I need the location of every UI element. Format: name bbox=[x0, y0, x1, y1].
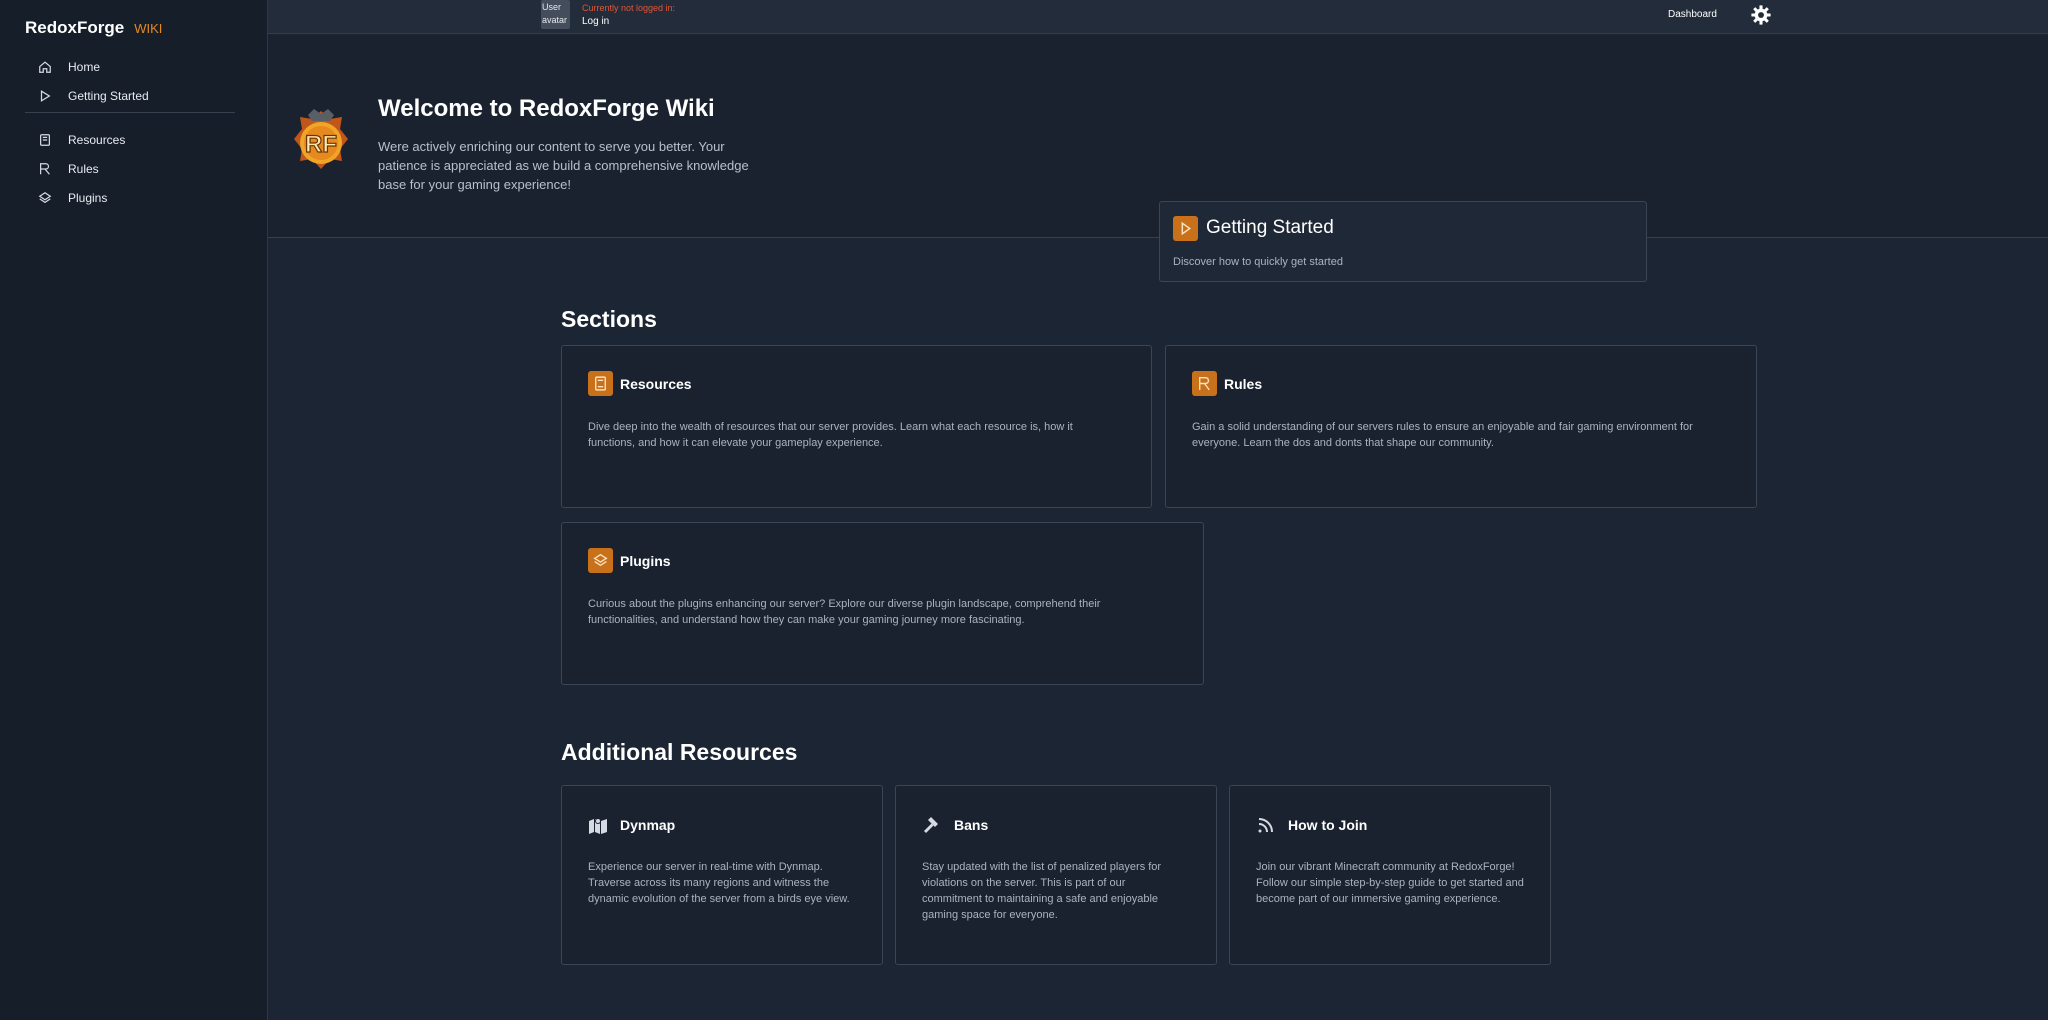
sidebar-item-getting-started[interactable]: Getting Started bbox=[25, 81, 235, 110]
gear-icon[interactable] bbox=[1750, 4, 1772, 26]
bans-card[interactable]: Bans Stay updated with the list of penal… bbox=[895, 785, 1217, 965]
map-icon bbox=[588, 815, 608, 835]
layers-icon bbox=[588, 548, 613, 573]
avatar[interactable]: User avatar bbox=[541, 0, 570, 29]
brand[interactable]: RedoxForge WIKI bbox=[25, 18, 162, 38]
card-title: How to Join bbox=[1288, 817, 1368, 833]
sidebar-item-home[interactable]: Home bbox=[25, 52, 235, 81]
card-description: Dive deep into the wealth of resources t… bbox=[588, 421, 1073, 449]
sidebar-divider bbox=[25, 112, 235, 113]
sidebar-item-plugins[interactable]: Plugins bbox=[25, 183, 235, 212]
card-description: Gain a solid understanding of our server… bbox=[1192, 421, 1693, 449]
card-title: Resources bbox=[620, 376, 692, 392]
hero-description: Were actively enriching our content to s… bbox=[378, 139, 749, 192]
sidebar-item-rules[interactable]: Rules bbox=[25, 154, 235, 183]
card-title: Rules bbox=[1224, 376, 1263, 392]
sections-heading: Sections bbox=[561, 306, 657, 332]
how-to-join-card[interactable]: How to Join Join our vibrant Minecraft c… bbox=[1229, 785, 1551, 965]
brand-tag: WIKI bbox=[134, 21, 163, 36]
sidebar-item-label: Plugins bbox=[68, 190, 108, 205]
card-description: Experience our server in real-time with … bbox=[588, 861, 850, 905]
card-description: Curious about the plugins enhancing our … bbox=[588, 598, 1101, 626]
sidebar-item-label: Resources bbox=[68, 132, 126, 147]
book-icon bbox=[588, 371, 613, 396]
plugins-card[interactable]: Plugins Curious about the plugins enhanc… bbox=[561, 522, 1204, 685]
hero-banner: RF Welcome to RedoxForge Wiki Were activ… bbox=[268, 35, 2048, 238]
card-description: Stay updated with the list of penalized … bbox=[922, 861, 1162, 921]
sidebar-item-label: Rules bbox=[68, 161, 99, 176]
card-title: Getting Started bbox=[1206, 217, 1334, 238]
rules-card[interactable]: Rules Gain a solid understanding of our … bbox=[1165, 345, 1757, 508]
card-title: Bans bbox=[954, 817, 989, 833]
brand-name: RedoxForge bbox=[25, 18, 125, 37]
resources-card[interactable]: Resources Dive deep into the wealth of r… bbox=[561, 345, 1152, 508]
card-description: Discover how to quickly get started bbox=[1173, 256, 1343, 268]
play-icon bbox=[38, 89, 52, 103]
dynmap-card[interactable]: Dynmap Experience our server in real-tim… bbox=[561, 785, 883, 965]
sidebar-item-label: Home bbox=[68, 59, 101, 74]
additional-resources-heading: Additional Resources bbox=[561, 739, 798, 765]
rules-icon bbox=[1192, 371, 1217, 396]
home-icon bbox=[38, 60, 52, 74]
top-bar: User avatar Currently not logged in: Log… bbox=[268, 0, 2048, 34]
card-title: Dynmap bbox=[620, 817, 676, 833]
page-title: Welcome to RedoxForge Wiki bbox=[378, 95, 715, 122]
logo-text: RF bbox=[305, 131, 337, 158]
sidebar-nav: Home Getting Started Resources Rules Plu… bbox=[25, 52, 235, 212]
getting-started-card[interactable]: Getting Started Discover how to quickly … bbox=[1159, 201, 1647, 282]
sidebar-item-label: Getting Started bbox=[68, 88, 149, 103]
play-icon bbox=[1173, 216, 1198, 241]
dashboard-link[interactable]: Dashboard bbox=[1668, 9, 1717, 20]
layers-icon bbox=[38, 191, 52, 205]
rules-icon bbox=[38, 162, 52, 176]
rss-icon bbox=[1256, 815, 1276, 835]
sidebar-item-resources[interactable]: Resources bbox=[25, 125, 235, 154]
card-title: Plugins bbox=[620, 553, 671, 569]
hammer-icon bbox=[922, 815, 942, 835]
card-description: Join our vibrant Minecraft community at … bbox=[1256, 861, 1524, 905]
sidebar: RedoxForge WIKI Home Getting Started Res… bbox=[0, 0, 268, 1020]
login-link[interactable]: Log in bbox=[582, 16, 609, 27]
logo: RF bbox=[290, 107, 352, 173]
login-status: Currently not logged in: bbox=[582, 3, 676, 13]
book-icon bbox=[38, 133, 52, 147]
